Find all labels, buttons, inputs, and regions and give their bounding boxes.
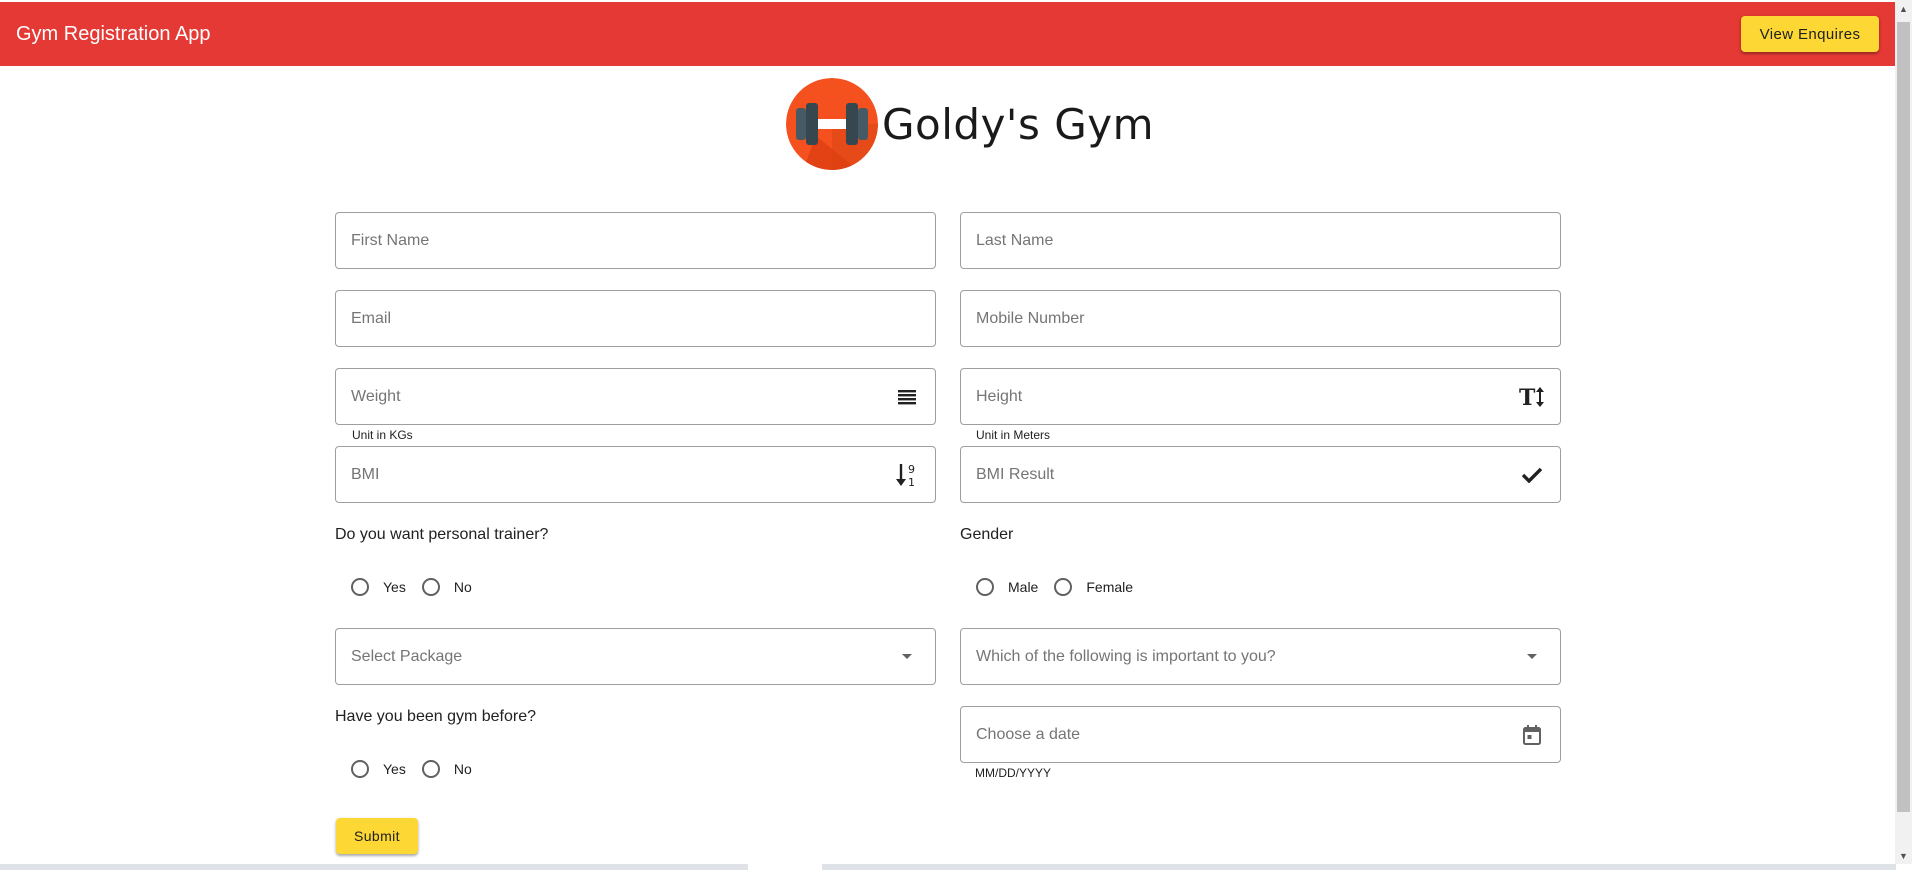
bmi-field[interactable]: 9 1 <box>335 446 936 503</box>
svg-text:T: T <box>1519 386 1536 408</box>
list-icon <box>894 384 920 410</box>
bmi-result-field[interactable] <box>960 446 1561 503</box>
app-title: Gym Registration App <box>16 22 211 45</box>
radio-label: No <box>453 761 472 777</box>
trainer-no-option[interactable]: No <box>421 578 472 596</box>
email-field[interactable] <box>335 290 936 347</box>
importance-dropdown[interactable]: Which of the following is important to y… <box>960 628 1561 685</box>
view-enquires-button[interactable]: View Enquires <box>1741 16 1879 52</box>
height-input[interactable] <box>976 387 1519 406</box>
date-input[interactable] <box>976 725 1519 744</box>
height-hint: Unit in Meters <box>976 428 1051 442</box>
last-name-input[interactable] <box>976 231 1545 250</box>
radio-button[interactable] <box>421 760 440 778</box>
submit-button[interactable]: Submit <box>336 818 418 854</box>
check-icon <box>1519 462 1545 488</box>
radio-button[interactable] <box>1054 578 1073 596</box>
last-name-field[interactable] <box>960 212 1561 269</box>
radio-label: No <box>453 579 472 595</box>
gender-male-option[interactable]: Male <box>976 578 1038 596</box>
radio-button[interactable] <box>976 578 994 596</box>
first-name-field[interactable] <box>335 212 936 269</box>
trainer-yes-option[interactable]: Yes <box>351 578 406 596</box>
date-field[interactable] <box>960 706 1561 763</box>
dropdown-arrow-icon <box>894 644 920 670</box>
mobile-number-field[interactable] <box>960 290 1561 347</box>
bmi-input[interactable] <box>351 465 894 484</box>
gender-female-option[interactable]: Female <box>1054 578 1133 596</box>
dumbbell-icon <box>786 78 878 170</box>
sort-numeric-icon: 9 1 <box>894 462 920 488</box>
scroll-up-arrow-icon[interactable]: ▲ <box>1895 0 1912 17</box>
radio-label: Male <box>1008 579 1039 595</box>
weight-field[interactable] <box>335 368 936 425</box>
svg-text:9: 9 <box>908 463 915 476</box>
horizontal-scrollbar[interactable] <box>0 864 1896 870</box>
select-package-placeholder: Select Package <box>351 647 463 665</box>
date-hint: MM/DD/YYYY <box>975 766 1052 780</box>
select-package-dropdown[interactable]: Select Package <box>335 628 936 685</box>
svg-text:1: 1 <box>908 476 915 488</box>
gym-before-radio-group: Yes No <box>351 760 488 778</box>
trainer-question: Do you want personal trainer? <box>335 526 549 543</box>
radio-button[interactable] <box>351 760 369 778</box>
scrollbar-thumb[interactable] <box>1897 22 1910 812</box>
text-height-icon: T <box>1519 384 1545 410</box>
dropdown-arrow-icon <box>1519 644 1545 670</box>
calendar-icon[interactable] <box>1519 722 1545 748</box>
radio-button[interactable] <box>351 578 369 596</box>
radio-label: Female <box>1086 579 1134 595</box>
height-field[interactable]: T <box>960 368 1561 425</box>
gym-before-no-option[interactable]: No <box>421 760 472 778</box>
bmi-result-input[interactable] <box>976 465 1519 484</box>
weight-input[interactable] <box>351 387 894 406</box>
radio-button[interactable] <box>421 578 440 596</box>
app-toolbar: Gym Registration App View Enquires <box>0 2 1896 66</box>
gym-before-question: Have you been gym before? <box>335 708 537 725</box>
first-name-input[interactable] <box>351 231 920 250</box>
vertical-scrollbar[interactable]: ▲ ▼ <box>1895 0 1912 864</box>
radio-label: Yes <box>383 579 406 595</box>
radio-label: Yes <box>383 761 406 777</box>
gym-before-yes-option[interactable]: Yes <box>351 760 406 778</box>
horizontal-scrollbar-thumb[interactable] <box>748 864 822 870</box>
brand-name: Goldy's Gym <box>882 99 1155 149</box>
gym-logo: Goldy's Gym <box>786 78 1154 170</box>
gender-radio-group: Male Female <box>976 578 1149 596</box>
trainer-radio-group: Yes No <box>351 578 488 596</box>
email-input[interactable] <box>351 309 920 328</box>
weight-hint: Unit in KGs <box>352 428 413 442</box>
importance-placeholder: Which of the following is important to y… <box>976 647 1276 665</box>
scroll-down-arrow-icon[interactable]: ▼ <box>1895 847 1912 864</box>
mobile-number-input[interactable] <box>976 309 1545 328</box>
gender-question: Gender <box>960 526 1014 543</box>
